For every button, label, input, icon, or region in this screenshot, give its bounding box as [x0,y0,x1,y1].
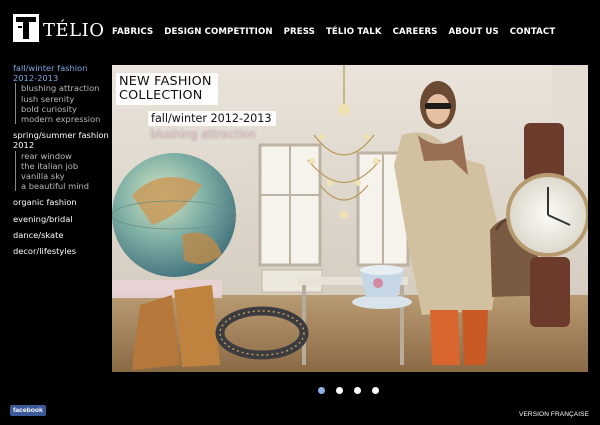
sidebar-sublist: rear window the italian job vanilla sky … [15,150,113,192]
telio-t-logo-icon [13,14,39,42]
carousel-dot-4[interactable] [372,387,379,394]
language-switch-link[interactable]: VERSION FRANÇAISE [519,411,589,418]
nav-careers[interactable]: CAREERS [393,27,438,37]
brand-name: TÉLIO [43,19,105,41]
sidebar-subitem[interactable]: bold curiosity [21,104,113,114]
hero-headline: NEW FASHION COLLECTION [116,73,218,105]
sidebar-item-evening-bridal[interactable]: evening/bridal [13,214,113,224]
hero-slide[interactable]: NEW FASHION COLLECTION fall/winter 2012-… [112,65,588,372]
sidebar-subitem[interactable]: blushing attraction [21,83,113,93]
sidebar-sublist: blushing attraction lush serenity bold c… [15,83,113,125]
sidebar-item-fall-winter-2012-2013[interactable]: fall/winter fashion 2012-2013 [13,63,113,83]
sidebar-group-spring-summer: spring/summer fashion 2012 rear window t… [13,130,113,192]
sidebar-subitem[interactable]: a beautiful mind [21,181,113,191]
nav-design-competition[interactable]: DESIGN COMPETITION [164,27,272,37]
sidebar-subitem[interactable]: vanilla sky [21,171,113,181]
nav-fabrics[interactable]: FABRICS [112,27,153,37]
top-navigation: FABRICS DESIGN COMPETITION PRESS TÉLIO T… [112,27,566,37]
sidebar-item-spring-summer-2012[interactable]: spring/summer fashion 2012 [13,130,113,150]
sidebar-subitem[interactable]: rear window [21,151,113,161]
sidebar-group-fall-winter: fall/winter fashion 2012-2013 blushing a… [13,63,113,125]
sidebar-subitem[interactable]: modern expression [21,114,113,124]
sidebar-item-dance-skate[interactable]: dance/skate [13,230,113,240]
sidebar-item-organic-fashion[interactable]: organic fashion [13,197,113,207]
carousel-pagination [318,387,379,394]
nav-press[interactable]: PRESS [284,27,315,37]
brand-logo[interactable]: TÉLIO [13,14,104,42]
nav-about-us[interactable]: ABOUT US [448,27,498,37]
carousel-dot-2[interactable] [336,387,343,394]
sidebar-item-decor-lifestyles[interactable]: decor/lifestyles [13,246,113,256]
facebook-link[interactable]: facebook [10,405,46,416]
sidebar-nav: fall/winter fashion 2012-2013 blushing a… [13,63,113,256]
sidebar-subitem[interactable]: the italian job [21,161,113,171]
nav-contact[interactable]: CONTACT [510,27,556,37]
carousel-dot-3[interactable] [354,387,361,394]
hero-collection-label: blushing attraction [150,128,256,141]
sidebar-subitem[interactable]: lush serenity [21,94,113,104]
hero-season-label: fall/winter 2012-2013 [148,111,276,126]
carousel-dot-1[interactable] [318,387,325,394]
nav-telio-talk[interactable]: TÉLIO TALK [326,27,382,37]
